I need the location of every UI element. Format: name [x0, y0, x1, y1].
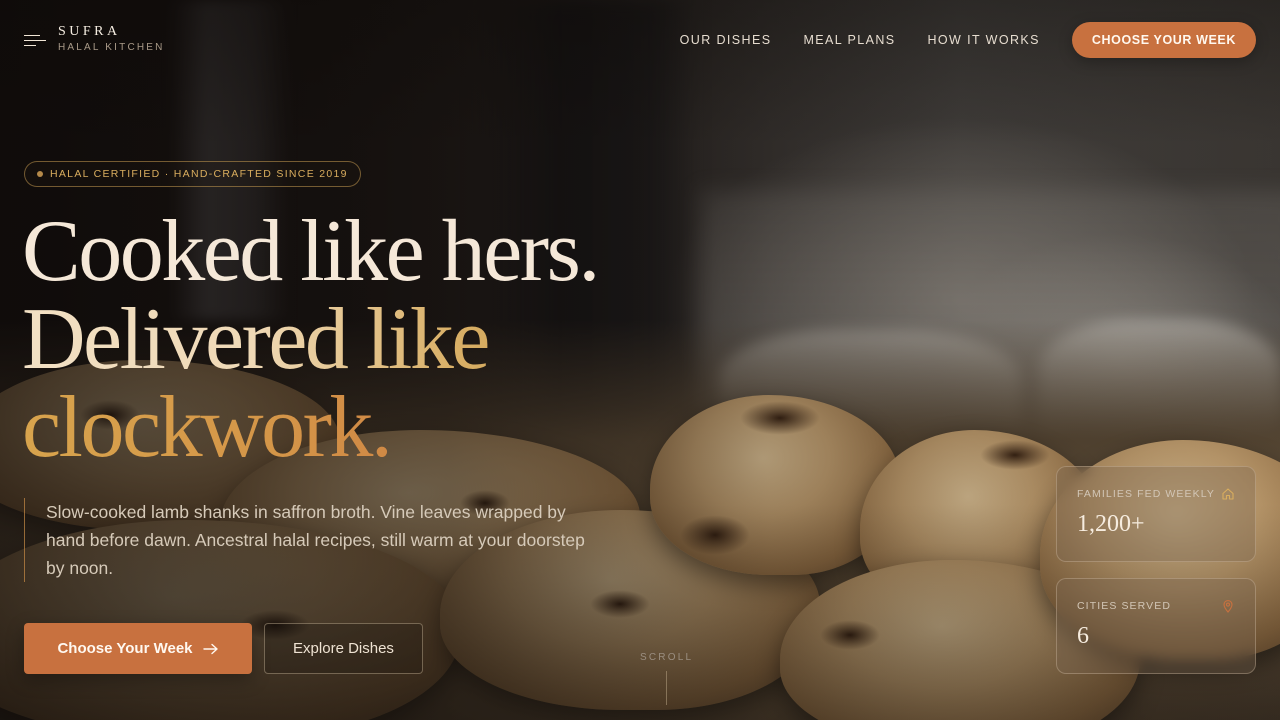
badge-text: HALAL CERTIFIED · HAND-CRAFTED SINCE 201…: [50, 168, 348, 180]
headline-line-2: Delivered like: [22, 296, 598, 384]
map-pin-icon: [1221, 599, 1235, 613]
arrow-right-icon: [202, 643, 219, 655]
choose-your-week-button[interactable]: Choose Your Week: [24, 623, 252, 674]
stat-value: 1,200+: [1077, 511, 1145, 537]
stat-label: CITIES SERVED: [1077, 600, 1172, 612]
site-header: SUFRA HALAL KITCHEN OUR DISHES MEAL PLAN…: [0, 0, 1280, 80]
brand-tagline: HALAL KITCHEN: [58, 42, 165, 53]
hero-headline: Cooked like hers. Delivered like clockwo…: [22, 203, 600, 472]
brand-name: SUFRA: [58, 24, 121, 39]
nav-how-it-works[interactable]: HOW IT WORKS: [927, 22, 1039, 58]
scroll-line: [665, 671, 667, 705]
main-nav: OUR DISHES MEAL PLANS HOW IT WORKS CHOOS…: [680, 22, 1256, 58]
stat-label: FAMILIES FED WEEKLY: [1077, 488, 1215, 500]
menu-icon[interactable]: [24, 33, 46, 47]
logo[interactable]: SUFRA HALAL KITCHEN: [58, 24, 165, 55]
halal-certified-badge: HALAL CERTIFIED · HAND-CRAFTED SINCE 201…: [24, 161, 361, 187]
nav-meal-plans[interactable]: MEAL PLANS: [803, 22, 895, 58]
stat-card-cities: CITIES SERVED 6: [1056, 578, 1256, 674]
hero-description: Slow-cooked lamb shanks in saffron broth…: [24, 498, 606, 582]
explore-dishes-button[interactable]: Explore Dishes: [264, 623, 423, 674]
explore-dishes-label: Explore Dishes: [293, 640, 394, 657]
headline-line-1: Cooked like hers.: [22, 203, 600, 300]
badge-dot-icon: [37, 171, 43, 177]
brand: SUFRA HALAL KITCHEN: [24, 24, 165, 55]
choose-your-week-nav-button[interactable]: CHOOSE YOUR WEEK: [1071, 22, 1256, 58]
stat-card-families: FAMILIES FED WEEKLY 1,200+: [1056, 466, 1256, 562]
home-icon: [1221, 487, 1235, 501]
nav-our-dishes[interactable]: OUR DISHES: [680, 22, 772, 58]
scroll-indicator[interactable]: SCROLL: [640, 652, 692, 705]
choose-your-week-label: Choose Your Week: [57, 640, 193, 657]
headline-line-3: clockwork.: [22, 384, 598, 472]
scroll-label: SCROLL: [640, 652, 694, 663]
stat-value: 6: [1077, 623, 1089, 649]
